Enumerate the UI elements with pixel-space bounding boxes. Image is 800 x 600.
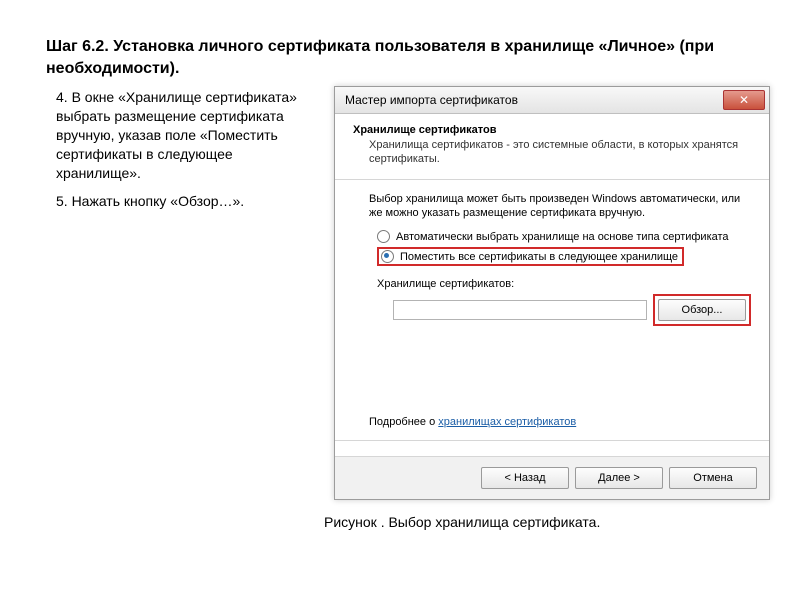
- close-button[interactable]: ✕: [723, 90, 765, 110]
- step-heading: Шаг 6.2. Установка личного сертификата п…: [46, 36, 760, 79]
- next-button[interactable]: Далее >: [575, 467, 663, 489]
- choice-description: Выбор хранилища может быть произведен Wi…: [369, 192, 751, 221]
- divider: [335, 440, 769, 441]
- cert-import-wizard-dialog: Мастер импорта сертификатов ✕ Хранилище …: [334, 86, 770, 500]
- dialog-footer: < Назад Далее > Отмена: [335, 456, 769, 499]
- dialog-body: Хранилище сертификатов Хранилища сертифи…: [335, 114, 769, 441]
- radio-auto-row[interactable]: Автоматически выбрать хранилище на основ…: [377, 230, 751, 243]
- instruction-4: 4. В окне «Хранилище сертификата» выбрат…: [56, 88, 320, 182]
- instruction-block: 4. В окне «Хранилище сертификата» выбрат…: [56, 88, 320, 221]
- highlight-box: Обзор...: [653, 294, 751, 326]
- radio-manual-label: Поместить все сертификаты в следующее хр…: [400, 251, 678, 263]
- radio-icon: [377, 230, 390, 243]
- radio-icon: [381, 250, 394, 263]
- highlight-box: Поместить все сертификаты в следующее хр…: [377, 247, 684, 266]
- radio-manual-row[interactable]: Поместить все сертификаты в следующее хр…: [377, 247, 751, 266]
- figure-caption: Рисунок . Выбор хранилища сертификата.: [324, 514, 600, 530]
- more-info-prefix: Подробнее о: [369, 416, 438, 428]
- back-button[interactable]: < Назад: [481, 467, 569, 489]
- instruction-5: 5. Нажать кнопку «Обзор…».: [56, 192, 320, 211]
- radio-auto-label: Автоматически выбрать хранилище на основ…: [396, 231, 729, 243]
- browse-button[interactable]: Обзор...: [658, 299, 746, 321]
- more-info-link[interactable]: хранилищах сертификатов: [438, 416, 576, 428]
- divider: [335, 179, 769, 180]
- store-path-input[interactable]: [393, 300, 647, 320]
- more-info: Подробнее о хранилищах сертификатов: [369, 416, 751, 428]
- close-icon: ✕: [739, 94, 749, 106]
- store-field-label: Хранилище сертификатов:: [377, 278, 751, 290]
- cancel-button[interactable]: Отмена: [669, 467, 757, 489]
- dialog-titlebar: Мастер импорта сертификатов ✕: [335, 87, 769, 114]
- dialog-title: Мастер импорта сертификатов: [345, 93, 723, 107]
- section-title: Хранилище сертификатов: [353, 124, 751, 136]
- section-subtitle: Хранилища сертификатов - это системные о…: [369, 138, 751, 167]
